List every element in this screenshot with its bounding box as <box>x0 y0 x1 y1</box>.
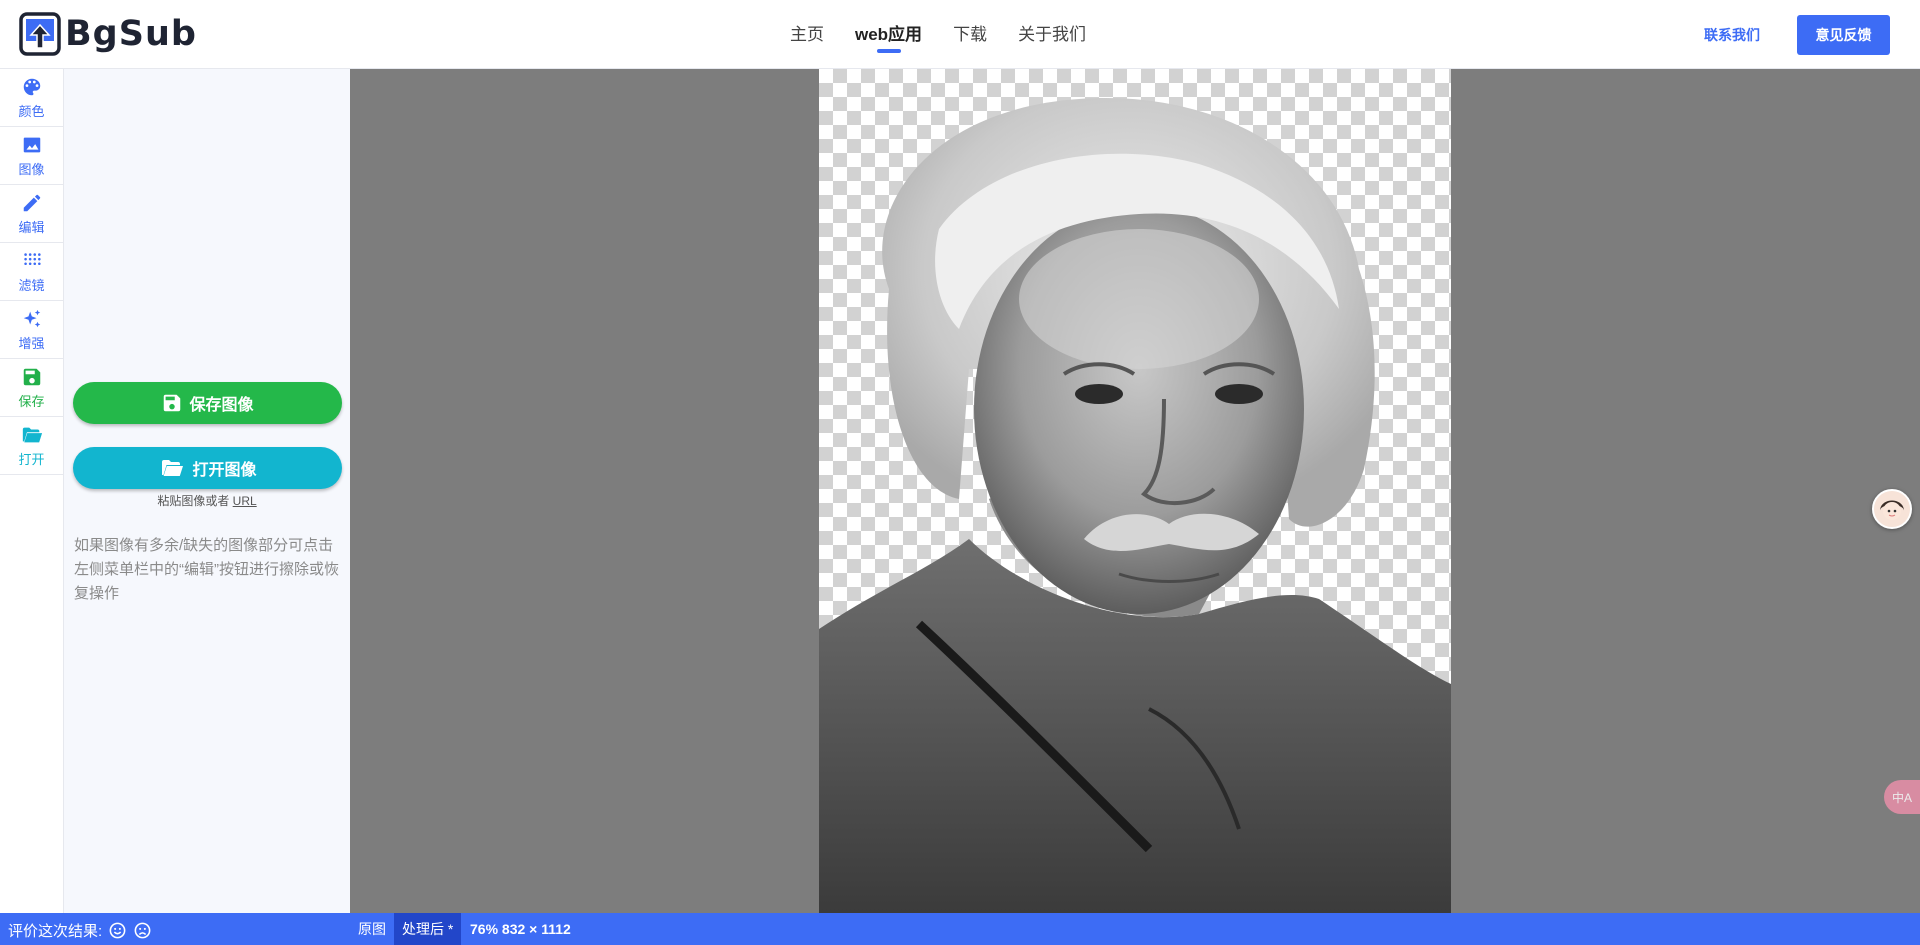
top-header: BgSub 主页 web应用 下载 关于我们 联系我们 意见反馈 <box>0 0 1920 69</box>
paste-hint: 粘贴图像或者 URL <box>64 492 350 509</box>
folder-open-icon <box>162 460 184 476</box>
frown-icon[interactable] <box>133 921 152 940</box>
rail-item-enhance[interactable]: 增强 <box>0 301 63 359</box>
sparkles-icon <box>23 309 40 327</box>
rail-item-color[interactable]: 颜色 <box>0 69 63 127</box>
dots-grid-icon <box>23 252 41 265</box>
rail-label-color: 颜色 <box>18 103 45 119</box>
feedback-button[interactable]: 意见反馈 <box>1797 15 1890 55</box>
paste-prefix: 粘贴图像或者 <box>157 494 230 508</box>
image-canvas[interactable] <box>350 69 1920 913</box>
floppy-disk-icon <box>164 394 181 412</box>
portrait-cutout <box>819 98 1451 913</box>
rail-item-image[interactable]: 图像 <box>0 127 63 185</box>
nav-download[interactable]: 下载 <box>953 20 987 53</box>
assistant-avatar-button[interactable] <box>1872 489 1912 529</box>
tab-original[interactable]: 原图 <box>350 913 394 945</box>
rail-label-filter: 滤镜 <box>18 277 45 293</box>
contact-link[interactable]: 联系我们 <box>1704 25 1760 45</box>
floppy-disk-icon <box>23 368 40 385</box>
paste-url-link[interactable]: URL <box>233 494 257 508</box>
processed-image[interactable] <box>819 69 1451 913</box>
save-image-button[interactable]: 保存图像 <box>73 382 342 424</box>
rail-item-open[interactable]: 打开 <box>0 417 63 475</box>
tool-rail: 颜色 图像 编辑 滤镜 增强 保存 打开 <box>0 69 64 913</box>
translate-button[interactable]: 中A <box>1884 780 1920 814</box>
rate-result: 评价这次结果: <box>8 920 152 941</box>
nav-home[interactable]: 主页 <box>790 20 824 53</box>
rail-label-edit: 编辑 <box>18 219 45 235</box>
folder-open-icon <box>22 427 42 442</box>
palette-icon <box>23 78 40 95</box>
tab-processed[interactable]: 处理后 * <box>394 913 462 945</box>
rail-item-save[interactable]: 保存 <box>0 359 63 417</box>
smile-icon[interactable] <box>108 921 127 940</box>
image-dimensions: 76% 832 × 1112 <box>470 921 571 937</box>
side-panel: 保存图像 打开图像 粘贴图像或者 URL 如果图像有多余/缺失的图像部分可点击左… <box>64 69 350 913</box>
rail-label-open: 打开 <box>18 451 45 467</box>
logo-icon <box>19 12 61 56</box>
main-nav: 主页 web应用 下载 关于我们 <box>790 20 1086 53</box>
rail-item-edit[interactable]: 编辑 <box>0 185 63 243</box>
rail-item-filter[interactable]: 滤镜 <box>0 243 63 301</box>
rail-label-image: 图像 <box>18 161 45 177</box>
translate-icon: 中A <box>1892 790 1913 805</box>
pencil-icon <box>23 194 40 211</box>
assistant-avatar-icon <box>1874 491 1910 527</box>
rate-label: 评价这次结果: <box>8 923 103 940</box>
nav-web-app[interactable]: web应用 <box>855 20 922 53</box>
rail-label-save: 保存 <box>18 393 45 409</box>
nav-about[interactable]: 关于我们 <box>1018 20 1086 53</box>
status-bar: 评价这次结果: 原图 处理后 * 76% 832 × 1112 <box>0 913 1920 945</box>
rail-label-enhance: 增强 <box>18 335 45 351</box>
open-image-label: 打开图像 <box>192 462 257 479</box>
logo-text: BgSub <box>65 14 197 54</box>
edit-hint-text: 如果图像有多余/缺失的图像部分可点击左侧菜单栏中的“编辑”按钮进行擦除或恢复操作 <box>74 537 339 602</box>
save-image-label: 保存图像 <box>189 397 254 414</box>
open-image-button[interactable]: 打开图像 <box>73 447 342 489</box>
logo[interactable]: BgSub <box>19 12 197 56</box>
image-icon <box>23 137 40 152</box>
